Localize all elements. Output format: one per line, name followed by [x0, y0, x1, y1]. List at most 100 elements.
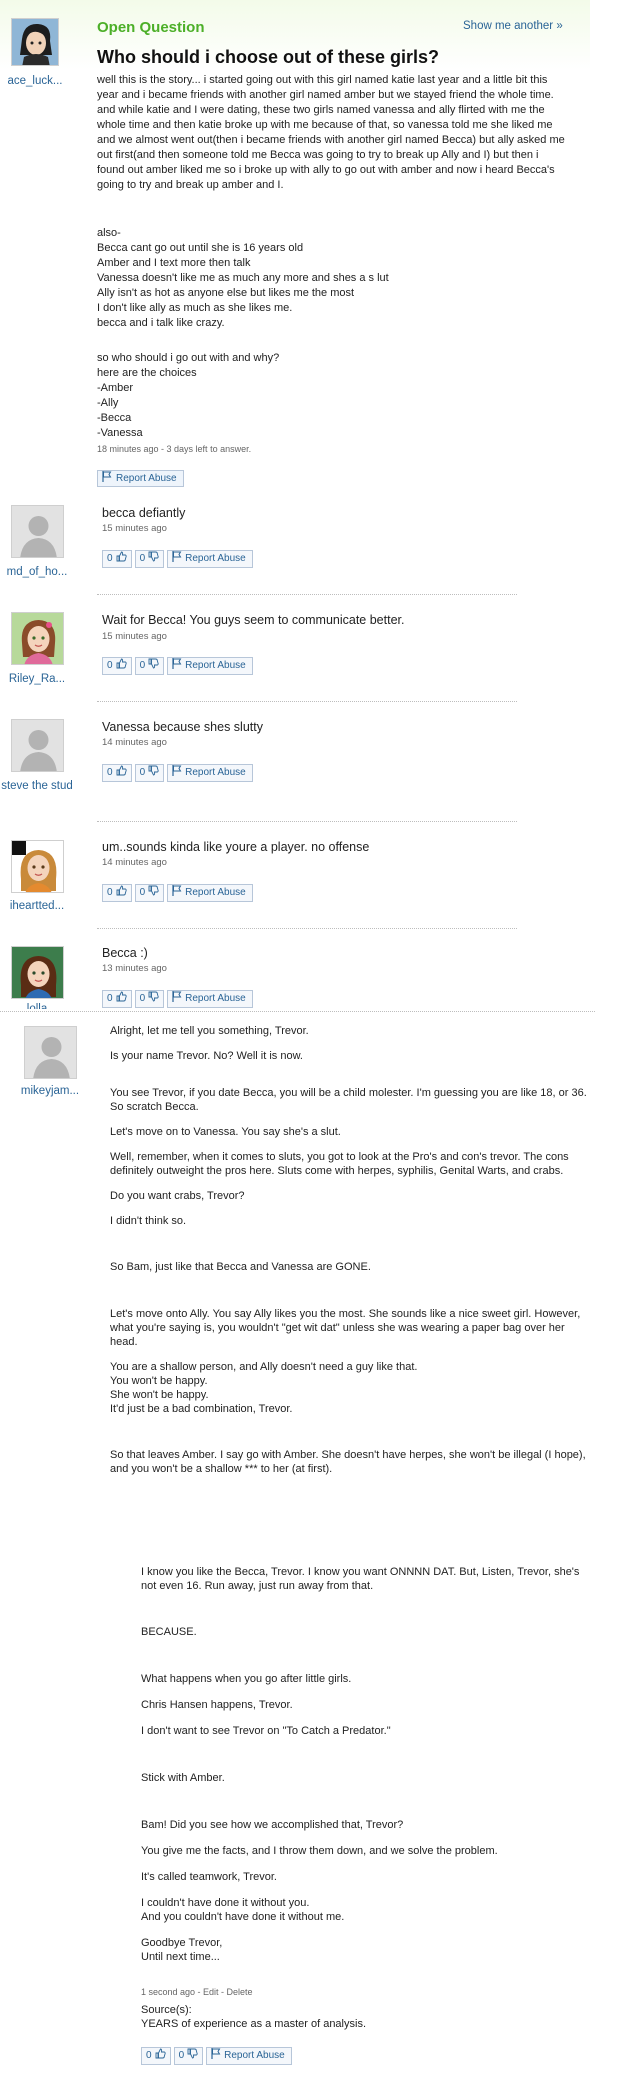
thumbs-down-button[interactable]: 0 [134, 884, 165, 902]
answer-paragraph: Goodbye Trevor, Until next time... [141, 1937, 223, 1963]
report-abuse-button[interactable]: Report Abuse [167, 764, 253, 782]
answer-paragraph: So that leaves Amber. I say go with Ambe… [110, 1449, 586, 1475]
answer-actions: 0 0 Report Abuse [102, 550, 256, 568]
report-abuse-button[interactable]: Report Abuse [167, 550, 253, 568]
user-avatar[interactable] [24, 1026, 77, 1079]
thumbs-up-button[interactable]: 0 [102, 657, 132, 675]
user-avatar[interactable] [11, 505, 64, 558]
report-abuse-label: Report Abuse [185, 553, 246, 564]
answer-paragraph: It's called teamwork, Trevor. [141, 1871, 277, 1883]
answer-divider [97, 821, 517, 822]
report-abuse-button[interactable]: Report Abuse [167, 657, 253, 675]
report-abuse-button[interactable]: Report Abuse [167, 990, 253, 1008]
asker-username[interactable]: ace_luck... [0, 73, 75, 89]
answer-actions: 0 0 Report Abuse [102, 990, 256, 1008]
thumbs-up-button[interactable]: 0 [102, 550, 132, 568]
answer-text: becca defiantly [102, 506, 186, 520]
thumbs-down-button[interactable]: 0 [134, 550, 165, 568]
thumbs-up-button[interactable]: 0 [102, 764, 132, 782]
question-body-paragraph: well this is the story... i started goin… [97, 74, 565, 191]
thumbs-up-count: 0 [107, 887, 113, 898]
report-abuse-label: Report Abuse [224, 2050, 285, 2061]
answer-paragraph: Bam! Did you see how we accomplished tha… [141, 1819, 404, 1831]
question-body-list: also- Becca cant go out until she is 16 … [97, 227, 389, 329]
answer-username[interactable]: mikeyjam... [10, 1083, 90, 1099]
answer-paragraph: You see Trevor, if you date Becca, you w… [110, 1087, 587, 1113]
thumbs-up-icon [116, 991, 127, 1008]
thumbs-down-icon [148, 991, 159, 1008]
user-avatar[interactable] [11, 946, 64, 999]
answer-divider [97, 928, 517, 929]
report-abuse-label: Report Abuse [185, 767, 246, 778]
user-avatar[interactable] [11, 719, 64, 772]
question-meta: 18 minutes ago - 3 days left to answer. [97, 444, 252, 454]
flag-icon [211, 2047, 221, 2065]
answer-username[interactable]: steve the stud [0, 778, 77, 794]
answer-paragraph: BECAUSE. [141, 1626, 197, 1638]
thumbs-up-count: 0 [107, 767, 113, 778]
thumbs-down-count: 0 [139, 993, 146, 1004]
asker-avatar[interactable] [11, 18, 59, 66]
answer-actions: 0 0 Report Abuse [102, 764, 256, 782]
answer-actions: 0 0 Report Abuse [141, 2047, 295, 2065]
thumbs-up-count: 0 [146, 2050, 152, 2061]
answer-paragraph: So Bam, just like that Becca and Vanessa… [110, 1261, 371, 1273]
report-abuse-label: Report Abuse [116, 473, 177, 484]
answer-paragraph: Let's move on to Vanessa. You say she's … [110, 1126, 341, 1138]
thumbs-down-button[interactable]: 0 [134, 990, 165, 1008]
answer-paragraph: You are a shallow person, and Ally doesn… [110, 1361, 418, 1415]
answer-username[interactable]: iheartted... [0, 898, 77, 914]
thumbs-down-button[interactable]: 0 [173, 2047, 204, 2065]
thumbs-down-count: 0 [139, 660, 146, 671]
thumbs-up-button[interactable]: 0 [102, 884, 132, 902]
thumbs-down-button[interactable]: 0 [134, 657, 165, 675]
answer-text: um..sounds kinda like youre a player. no… [102, 840, 370, 854]
thumbs-down-button[interactable]: 0 [134, 764, 165, 782]
thumbs-up-button[interactable]: 0 [141, 2047, 171, 2065]
question-report-abuse-button[interactable]: Report Abuse [97, 470, 184, 487]
thumbs-down-icon [148, 658, 159, 675]
thumbs-up-button[interactable]: 0 [102, 990, 132, 1008]
thumbs-down-count: 0 [139, 887, 146, 898]
answer-source-label: Source(s): [141, 2004, 192, 2016]
answer-paragraph: I know you like the Becca, Trevor. I kno… [141, 1566, 580, 1592]
answer-username[interactable]: Riley_Ra... [0, 671, 77, 687]
answer-text: Vanessa because shes slutty [102, 720, 263, 734]
report-abuse-label: Report Abuse [185, 887, 246, 898]
answer-divider [97, 594, 517, 595]
thumbs-up-icon [116, 885, 127, 902]
thumbs-down-icon [148, 551, 159, 568]
report-abuse-button[interactable]: Report Abuse [206, 2047, 292, 2065]
answer-username[interactable]: md_of_ho... [0, 564, 77, 580]
thumbs-down-count: 0 [139, 767, 146, 778]
question-title: Who should i choose out of these girls? [97, 47, 439, 67]
thumbs-up-icon [155, 2048, 166, 2065]
thumbs-up-icon [116, 765, 127, 782]
flag-icon [172, 884, 182, 902]
thumbs-down-count: 0 [178, 2050, 185, 2061]
flag-icon [172, 657, 182, 675]
answer-paragraph: Well, remember, when it comes to sluts, … [110, 1151, 569, 1177]
user-avatar[interactable] [11, 612, 64, 665]
answer-time: 13 minutes ago [102, 963, 167, 974]
thumbs-down-count: 0 [139, 553, 146, 564]
answer-paragraph: I didn't think so. [110, 1215, 187, 1227]
thumbs-up-icon [116, 658, 127, 675]
answer-username[interactable]: lolla [0, 1001, 77, 1009]
report-abuse-button[interactable]: Report Abuse [167, 884, 253, 902]
thumbs-up-count: 0 [107, 993, 113, 1004]
flag-icon [102, 470, 112, 487]
user-avatar[interactable] [11, 840, 64, 893]
answer-divider [97, 701, 517, 702]
answer-paragraph: Is your name Trevor. No? Well it is now. [110, 1050, 303, 1062]
answer-paragraph: Alright, let me tell you something, Trev… [110, 1025, 309, 1037]
answer-paragraph: Chris Hansen happens, Trevor. [141, 1699, 293, 1711]
answer-meta: 1 second ago - Edit - Delete [141, 1987, 253, 1997]
answer-paragraph: Stick with Amber. [141, 1772, 225, 1784]
show-another-link[interactable]: Show me another » [463, 19, 563, 35]
answer-actions: 0 0 Report Abuse [102, 657, 256, 675]
flag-icon [172, 990, 182, 1008]
answer-actions: 0 0 Report Abuse [102, 884, 256, 902]
answer-paragraph: What happens when you go after little gi… [141, 1673, 352, 1685]
answer-paragraph: You give me the facts, and I throw them … [141, 1845, 498, 1857]
